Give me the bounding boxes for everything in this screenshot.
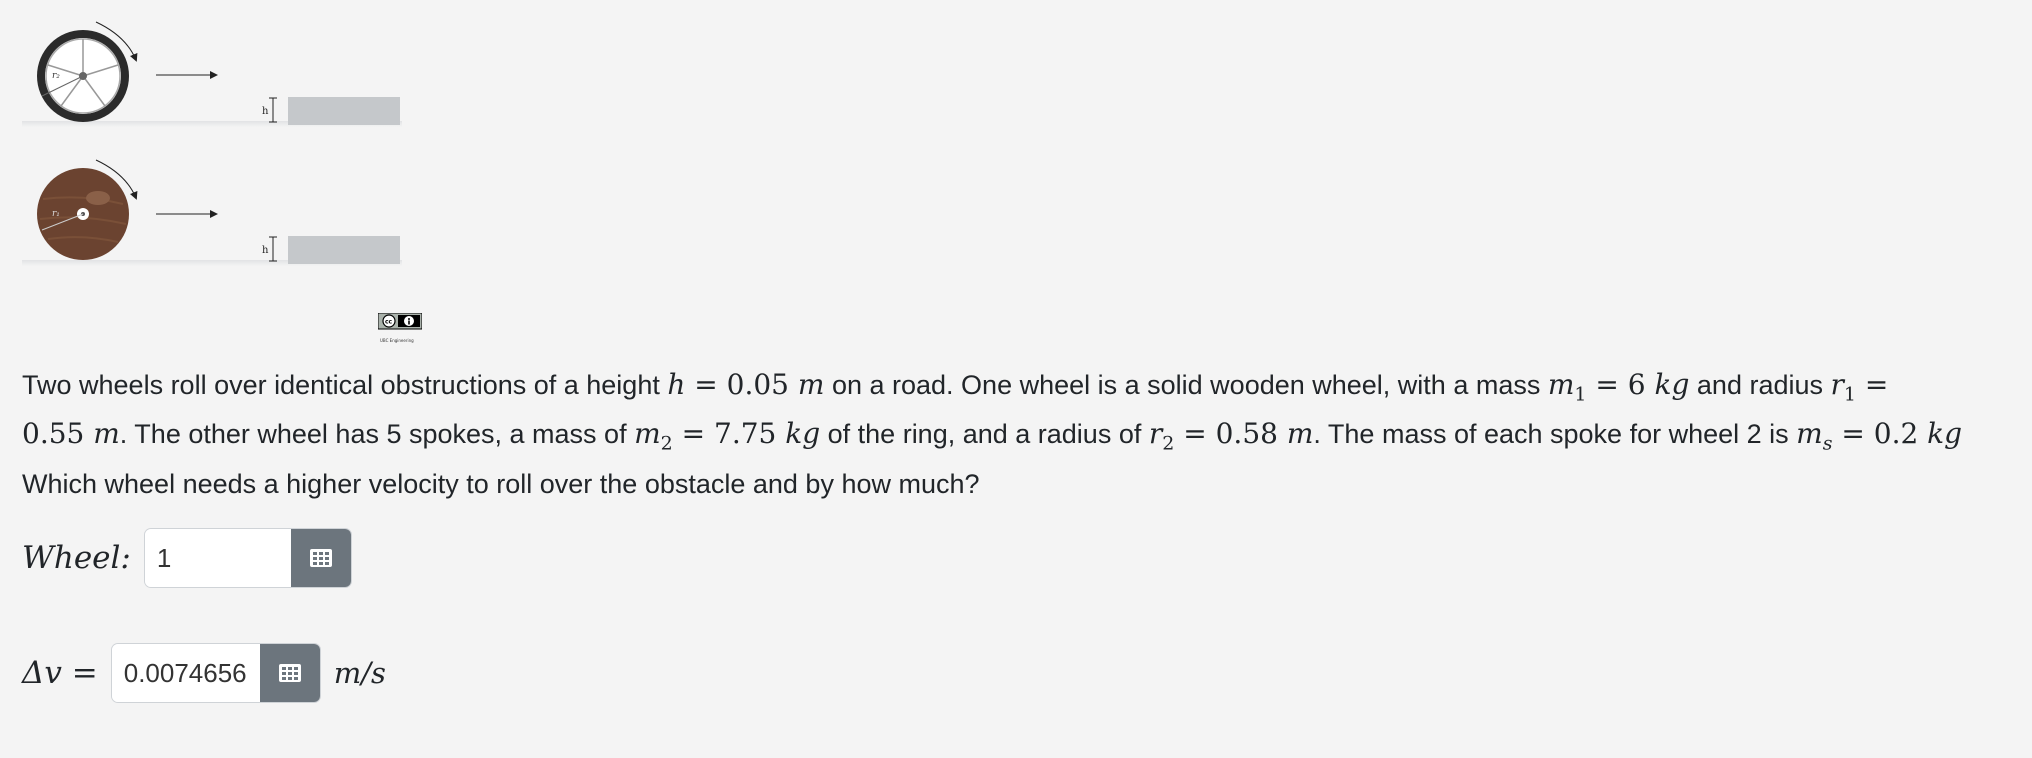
wheel-format-button[interactable] — [290, 529, 351, 587]
dv-input-group — [111, 644, 320, 702]
radius-label-1: r₂ — [52, 71, 60, 81]
spoked-wheel — [37, 30, 129, 122]
radius-label-2: r₁ — [52, 209, 60, 219]
problem-text: Two wheels roll over identical obstructi… — [22, 370, 668, 400]
wheel-label: Wheel: — [22, 540, 131, 576]
dv-answer-row: Δv = m/s — [22, 643, 386, 703]
problem-statement: Two wheels roll over identical obstructi… — [22, 368, 1963, 499]
dv-unit: m/s — [333, 656, 386, 690]
obstacle-1 — [288, 97, 400, 125]
obstacle-2 — [288, 236, 400, 264]
wheel-input[interactable] — [144, 529, 291, 587]
wheel-answer-row: Wheel: — [22, 528, 351, 588]
cc-by-icon: cc — [377, 312, 423, 330]
height-label-2: h — [262, 245, 269, 256]
wheels-diagram: r₂ h r₁ h — [22, 21, 402, 266]
wooden-wheel — [37, 168, 129, 260]
calculator-grid-icon — [309, 549, 332, 567]
wooden-wheel-scene: r₁ h — [22, 159, 402, 266]
dv-format-button[interactable] — [259, 644, 320, 702]
cc-license-badge[interactable]: cc UBC Engineering — [377, 312, 423, 343]
dv-label: Δv = — [22, 655, 98, 691]
height-label-1: h — [262, 106, 269, 117]
svg-text:cc: cc — [385, 319, 393, 326]
dv-input[interactable] — [111, 644, 260, 702]
wheel-input-group — [144, 529, 351, 587]
problem-figure: r₂ h r₁ h — [18, 14, 428, 344]
spoked-wheel-scene: r₂ h — [22, 21, 402, 127]
problem-question: Which wheel needs a higher velocity to r… — [22, 468, 980, 499]
calculator-grid-icon — [278, 664, 301, 682]
